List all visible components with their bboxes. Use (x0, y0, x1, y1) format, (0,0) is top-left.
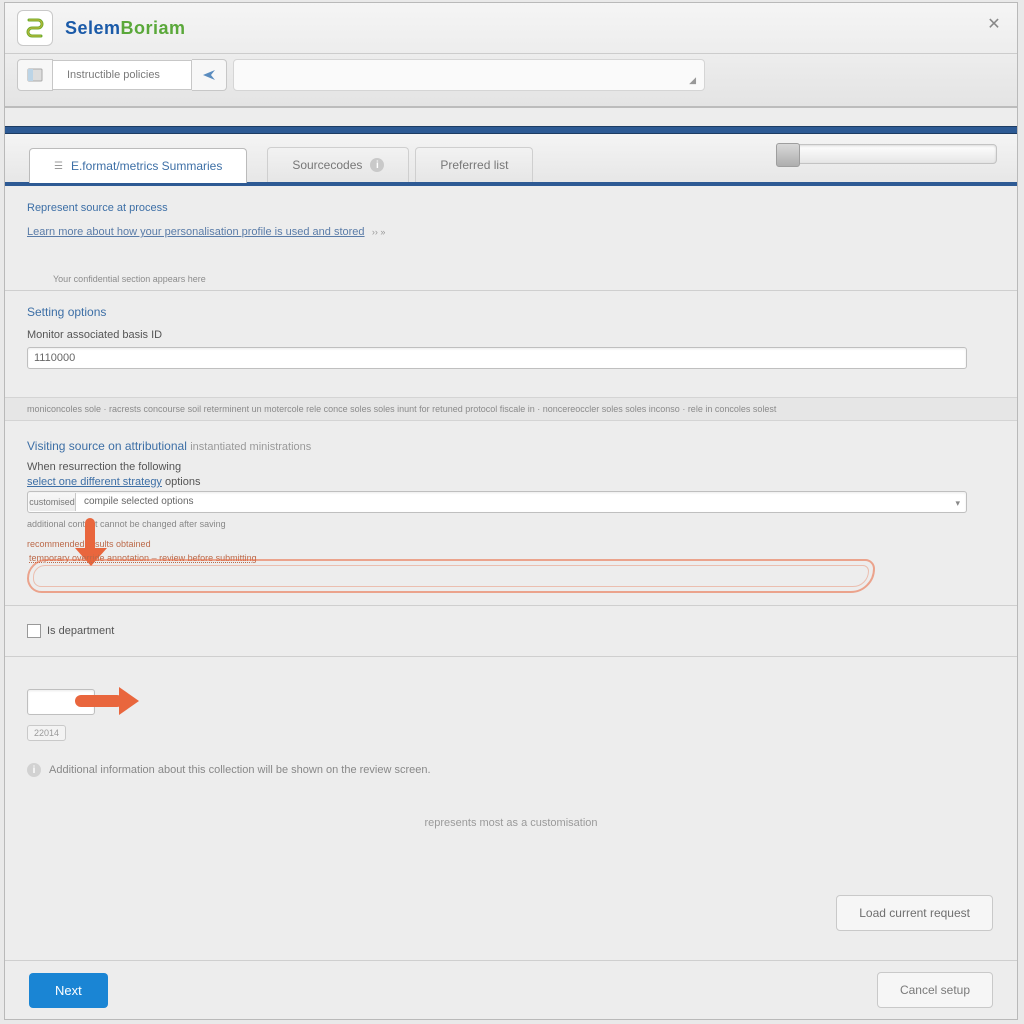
cancel-button[interactable]: Cancel setup (877, 972, 993, 1008)
question-2: select one different strategy options (27, 476, 995, 488)
centered-note: represents most as a customisation (27, 817, 995, 829)
section-visiting-muted: instantiated ministrations (190, 441, 311, 453)
thin-divider (5, 605, 1017, 606)
info-icon: i (27, 763, 41, 777)
department-checkbox[interactable] (27, 624, 41, 638)
dropdown-mode-button[interactable]: customised (29, 493, 76, 511)
tab-strip: ☰ E.format/metrics Summaries Sourcecodes… (5, 134, 1017, 186)
send-icon (202, 68, 216, 82)
info-row: i Additional information about this coll… (27, 763, 995, 777)
field-label-monitor-id: Monitor associated basis ID (27, 329, 995, 341)
breadcrumb: Represent source at process (27, 202, 995, 214)
strategy-dropdown[interactable]: customised compile selected options ▾ (27, 491, 967, 513)
toolbar-field-label: Instructible policies (67, 69, 160, 81)
main-content: Represent source at process Learn more a… (5, 186, 1017, 829)
annotation-highlight (27, 559, 875, 593)
dropdown-helper: additional content cannot be changed aft… (27, 519, 995, 529)
tab-sourcecodes[interactable]: Sourcecodes i (267, 147, 409, 182)
annotation-arrow-down (71, 498, 107, 558)
strategy-link[interactable]: select one different strategy (27, 476, 162, 488)
app-title-b: Boriam (121, 18, 186, 38)
info-icon: i (370, 158, 384, 172)
section-settings-title: Setting options (27, 305, 995, 319)
tab-preferred-list[interactable]: Preferred list (415, 147, 533, 182)
section-visiting-title: Visiting source on attributional (27, 439, 187, 453)
question-2-tail: options (165, 476, 200, 488)
view-icon-button[interactable] (17, 59, 53, 91)
toolbar-dropdown[interactable]: ◢ (233, 59, 705, 91)
load-request-button[interactable]: Load current request (836, 895, 993, 931)
app-title: SelemBoriam (65, 18, 186, 39)
section-divider (5, 656, 1017, 657)
section-divider (5, 290, 1017, 291)
chevron-down-icon: ▾ (955, 498, 960, 509)
tab-label: Sourcecodes (292, 158, 362, 172)
tab-format-metrics[interactable]: ☰ E.format/metrics Summaries (29, 148, 247, 183)
toolbar: Instructible policies ◢ (5, 54, 1017, 108)
info-band: moniconcoles sole · racrests concourse s… (5, 397, 1017, 421)
panel-icon (27, 67, 43, 83)
monitor-id-input[interactable] (27, 347, 967, 369)
info-text: Additional information about this collec… (49, 764, 431, 776)
divider-accent (5, 126, 1017, 134)
question-1: When resurrection the following (27, 461, 995, 473)
app-logo (17, 10, 53, 46)
app-title-a: Selem (65, 18, 121, 38)
app-header: SelemBoriam ✕ (5, 3, 1017, 54)
logo-icon (23, 16, 47, 40)
toolbar-field[interactable]: Instructible policies (53, 60, 192, 90)
next-button[interactable]: Next (29, 973, 108, 1008)
checkbox-row: Is department (27, 624, 995, 638)
annotation-arrow-right (75, 687, 155, 715)
progress-indicator (795, 144, 997, 164)
value-tag: 22014 (27, 725, 66, 741)
footer: Next Cancel setup (5, 960, 1017, 1019)
chevron-down-icon: ◢ (689, 75, 696, 86)
section-visiting-header: Visiting source on attributional instant… (27, 439, 995, 453)
confidential-note: Your confidential section appears here (53, 274, 995, 284)
checkbox-label: Is department (47, 625, 114, 637)
tab-label: Preferred list (440, 158, 508, 172)
link-suffix: ›› » (372, 227, 386, 237)
learn-more-link[interactable]: Learn more about how your personalisatio… (27, 226, 365, 238)
tab-label: E.format/metrics Summaries (71, 159, 222, 173)
recommended-note: recommended results obtained (27, 539, 995, 549)
close-icon[interactable]: ✕ (983, 13, 1005, 35)
toolbar-send-button[interactable] (192, 59, 227, 91)
